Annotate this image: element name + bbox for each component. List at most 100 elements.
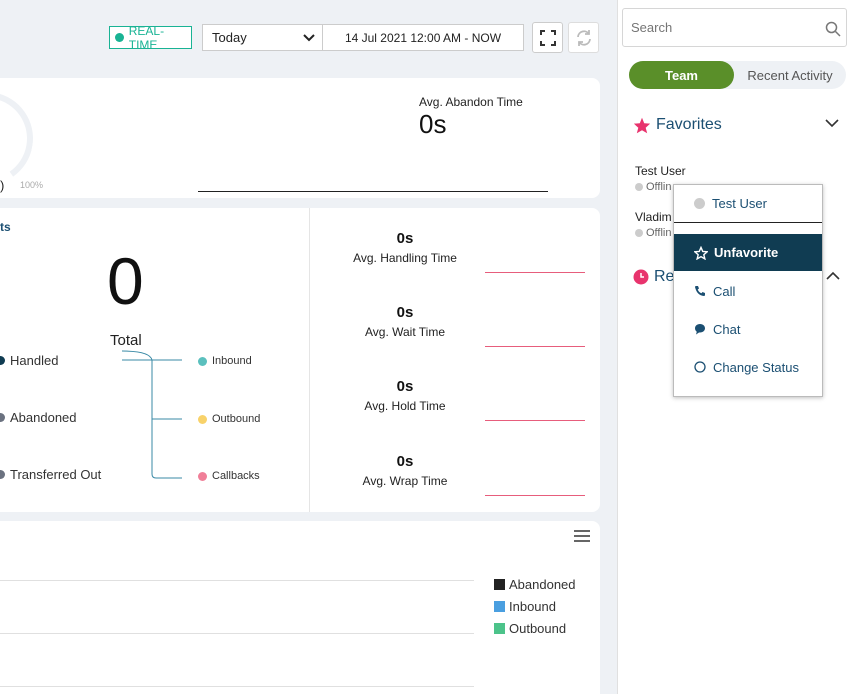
- inbound-dot-icon: [198, 356, 207, 366]
- legend-transferred-label: Transferred Out: [10, 467, 102, 482]
- realtime-label: REAL-TIME: [128, 23, 165, 52]
- refresh-icon: [576, 29, 591, 46]
- call-label: Call: [713, 283, 736, 299]
- gauge-value-fragment: ): [0, 178, 5, 193]
- user-status: Offlin: [635, 227, 672, 239]
- metric-value: 0s: [396, 230, 414, 247]
- metric-wait-time: 0s Avg. Wait Time: [310, 304, 500, 339]
- chart-grid-line: [0, 580, 474, 581]
- metric-value: 0s: [396, 304, 414, 321]
- gauge-max-label: 100%: [20, 180, 44, 190]
- tab-recent-activity[interactable]: Recent Activity: [736, 61, 844, 89]
- team-search[interactable]: [622, 8, 847, 47]
- date-preset-value: Today: [212, 30, 247, 45]
- circle-outline-icon: [694, 361, 706, 373]
- unfavorite-menu-item[interactable]: Unfavorite: [674, 234, 822, 271]
- avg-abandon-value: 0s: [419, 109, 447, 139]
- outbound-swatch: [494, 623, 505, 634]
- chart-legend-outbound[interactable]: Outbound: [494, 621, 566, 636]
- handling-trend-line: [485, 272, 585, 273]
- realtime-badge[interactable]: REAL-TIME: [109, 23, 192, 52]
- legend-callbacks: Callbacks: [198, 470, 260, 482]
- legend-abandoned-label: Abandoned: [10, 410, 77, 425]
- chat-icon: [695, 324, 705, 335]
- abandoned-swatch: [494, 579, 505, 590]
- user-status-text: Offlin: [646, 181, 672, 193]
- metric-value: 0s: [396, 378, 414, 395]
- avg-abandon-label: Avg. Abandon Time: [419, 95, 523, 109]
- legend-outbound: Outbound: [198, 413, 260, 425]
- abandoned-dot-icon: [0, 413, 5, 422]
- wait-trend-line: [485, 346, 585, 347]
- chart-grid-line: [0, 686, 474, 687]
- legend-outbound-label: Outbound: [212, 413, 261, 425]
- metric-hold-time: 0s Avg. Hold Time: [310, 378, 500, 413]
- metric-value: 0s: [396, 453, 414, 470]
- change-status-label: Change Status: [713, 359, 800, 375]
- chart-legend-label: Abandoned: [509, 577, 576, 592]
- chart-grid-line: [0, 633, 474, 634]
- legend-handled-label: Handled: [10, 353, 59, 368]
- outbound-dot-icon: [198, 414, 207, 424]
- phone-icon: [695, 286, 705, 296]
- chart-legend-label: Inbound: [509, 599, 556, 614]
- legend-transferred-out: Transferred Out: [0, 467, 101, 482]
- legend-handled: Handled: [0, 353, 58, 368]
- chat-menu-item[interactable]: Chat: [674, 314, 822, 344]
- hold-trend-line: [485, 420, 585, 421]
- favorites-title: Favorites: [656, 116, 722, 133]
- favorites-header[interactable]: Favorites: [633, 116, 722, 134]
- wrap-trend-line: [485, 495, 585, 496]
- date-preset-select[interactable]: Today: [202, 24, 323, 51]
- total-calls-value: 0: [107, 244, 144, 318]
- date-range-value: 14 Jul 2021 12:00 AM - NOW: [344, 30, 502, 45]
- metric-wrap-time: 0s Avg. Wrap Time: [310, 453, 500, 488]
- metric-label: Avg. Wrap Time: [362, 474, 448, 488]
- metric-handling-time: 0s Avg. Handling Time: [310, 230, 500, 265]
- call-menu-item[interactable]: Call: [674, 276, 822, 306]
- callbacks-dot-icon: [198, 471, 207, 481]
- status-dot-icon: [635, 183, 643, 191]
- context-menu-user: Test User: [712, 196, 767, 211]
- tab-team[interactable]: Team: [629, 61, 734, 89]
- team-search-input[interactable]: [631, 20, 811, 35]
- change-status-menu-item[interactable]: Change Status: [674, 352, 822, 382]
- star-outline-icon: [694, 245, 708, 260]
- chart-legend-abandoned[interactable]: Abandoned: [494, 577, 576, 592]
- realtime-dot-icon: [115, 33, 124, 42]
- metric-label: Avg. Handling Time: [353, 251, 457, 265]
- fullscreen-icon: [539, 29, 556, 46]
- date-range-field[interactable]: 14 Jul 2021 12:00 AM - NOW: [322, 24, 524, 51]
- total-calls-label: Total: [110, 332, 142, 349]
- metric-label: Avg. Hold Time: [364, 399, 446, 413]
- metric-label: Avg. Wait Time: [364, 325, 446, 339]
- chart-legend-inbound[interactable]: Inbound: [494, 599, 556, 614]
- calls-section-label: ts: [0, 220, 11, 234]
- fullscreen-button[interactable]: [532, 22, 563, 53]
- legend-inbound: Inbound: [198, 355, 252, 367]
- search-icon[interactable]: [825, 21, 841, 42]
- calls-breakdown-connector: [121, 350, 182, 479]
- user-name: Vladim: [635, 210, 672, 224]
- handled-dot-icon: [0, 356, 5, 365]
- unfavorite-label: Unfavorite: [714, 245, 779, 260]
- status-dot-icon: [635, 229, 643, 237]
- favorite-user[interactable]: Vladim Offlin: [635, 210, 672, 239]
- chart-legend-label: Outbound: [509, 621, 567, 636]
- user-status-text: Offlin: [646, 227, 672, 239]
- refresh-button[interactable]: [568, 22, 599, 53]
- chevron-down-icon: [303, 33, 315, 41]
- legend-abandoned: Abandoned: [0, 410, 77, 425]
- chat-label: Chat: [713, 321, 741, 337]
- abandon-trend-line: [198, 191, 548, 192]
- legend-callbacks-label: Callbacks: [212, 470, 260, 482]
- user-name: Test User: [635, 164, 686, 178]
- star-icon: [633, 117, 651, 133]
- chart-menu-icon[interactable]: [574, 530, 590, 545]
- inbound-swatch: [494, 601, 505, 612]
- chevron-down-icon[interactable]: [824, 117, 840, 129]
- transferred-dot-icon: [0, 470, 5, 479]
- chevron-up-icon[interactable]: [826, 271, 840, 281]
- context-menu-header: Test User: [674, 185, 822, 223]
- status-dot-icon: [694, 198, 705, 209]
